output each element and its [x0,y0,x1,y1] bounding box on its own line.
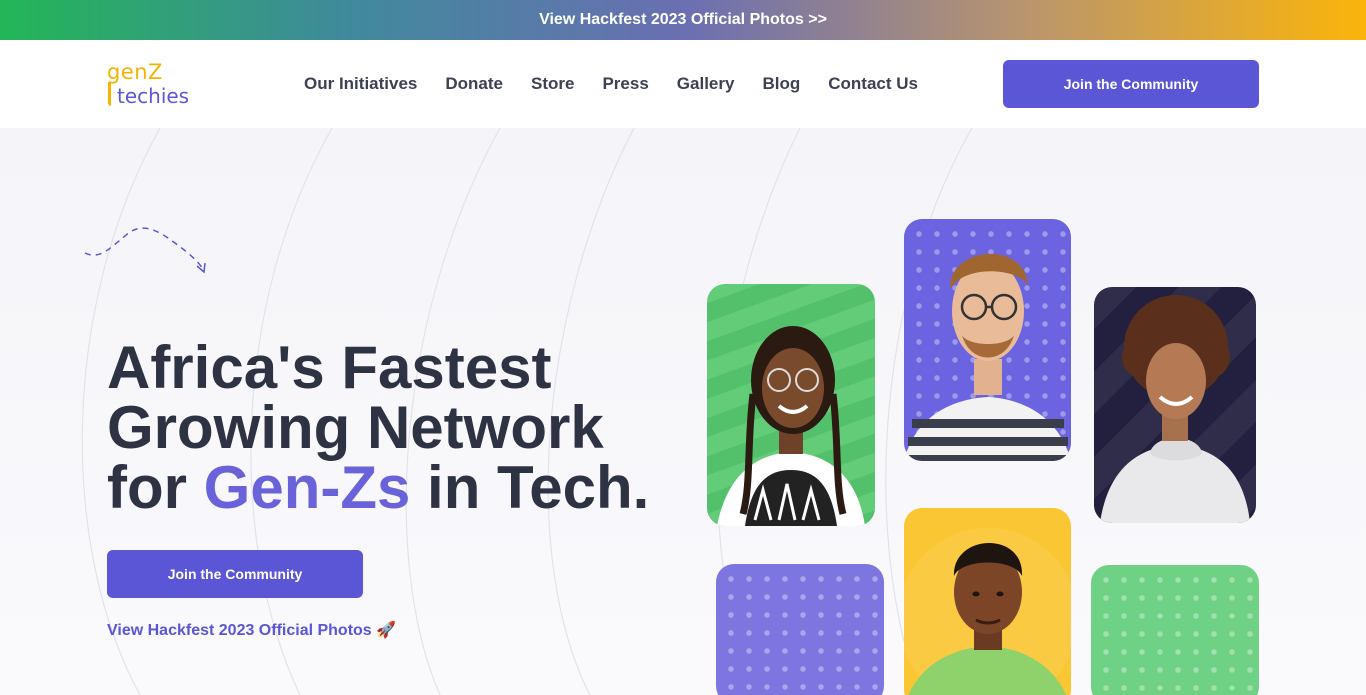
nav-blog[interactable]: Blog [762,74,800,94]
join-community-button-hero[interactable]: Join the Community [107,550,363,598]
announcement-bar: View Hackfest 2023 Official Photos >> [0,0,1366,40]
dashed-arrow [84,227,205,272]
nav-press[interactable]: Press [602,74,648,94]
portrait-card-young-man [904,508,1071,695]
nav-contact-us[interactable]: Contact Us [828,74,918,94]
nav-our-initiatives[interactable]: Our Initiatives [304,74,417,94]
logo-line1: genZ [107,60,163,84]
hero-section: Africa's Fastest Growing Network for Gen… [0,128,1366,695]
headline-line2: Growing Network [107,394,604,461]
nav-gallery[interactable]: Gallery [677,74,735,94]
young-man-illustration [904,528,1071,695]
arrow-head-icon [196,262,206,274]
genz-techies-logo[interactable]: genZ techies [107,60,197,110]
headline-accent: Gen-Zs [203,454,411,521]
portrait-card-woman-braids [707,284,875,526]
navbar: genZ techies Our Initiatives Donate Stor… [0,40,1366,128]
man-glasses-illustration [904,253,1071,461]
portrait-card-woman-curly [1094,287,1256,523]
empty-purple-card [716,564,884,695]
announcement-link[interactable]: View Hackfest 2023 Official Photos >> [539,11,827,29]
empty-green-card [1091,565,1259,695]
logo-line2: techies [117,84,190,108]
hero-headline: Africa's Fastest Growing Network for Gen… [107,338,707,518]
headline-line1: Africa's Fastest [107,334,552,401]
woman-braids-illustration [717,326,865,526]
woman-curly-illustration [1100,295,1250,523]
nav-store[interactable]: Store [531,74,574,94]
headline-line3-post: in Tech. [410,454,650,521]
headline-line3-pre: for [107,454,204,521]
hackfest-photos-link[interactable]: View Hackfest 2023 Official Photos 🚀 [107,620,396,640]
portrait-card-man-glasses [904,219,1071,461]
nav-donate[interactable]: Donate [445,74,503,94]
join-community-button-header[interactable]: Join the Community [1003,60,1259,108]
main-nav: Our Initiatives Donate Store Press Galle… [304,40,918,128]
logo-bar [108,82,111,106]
